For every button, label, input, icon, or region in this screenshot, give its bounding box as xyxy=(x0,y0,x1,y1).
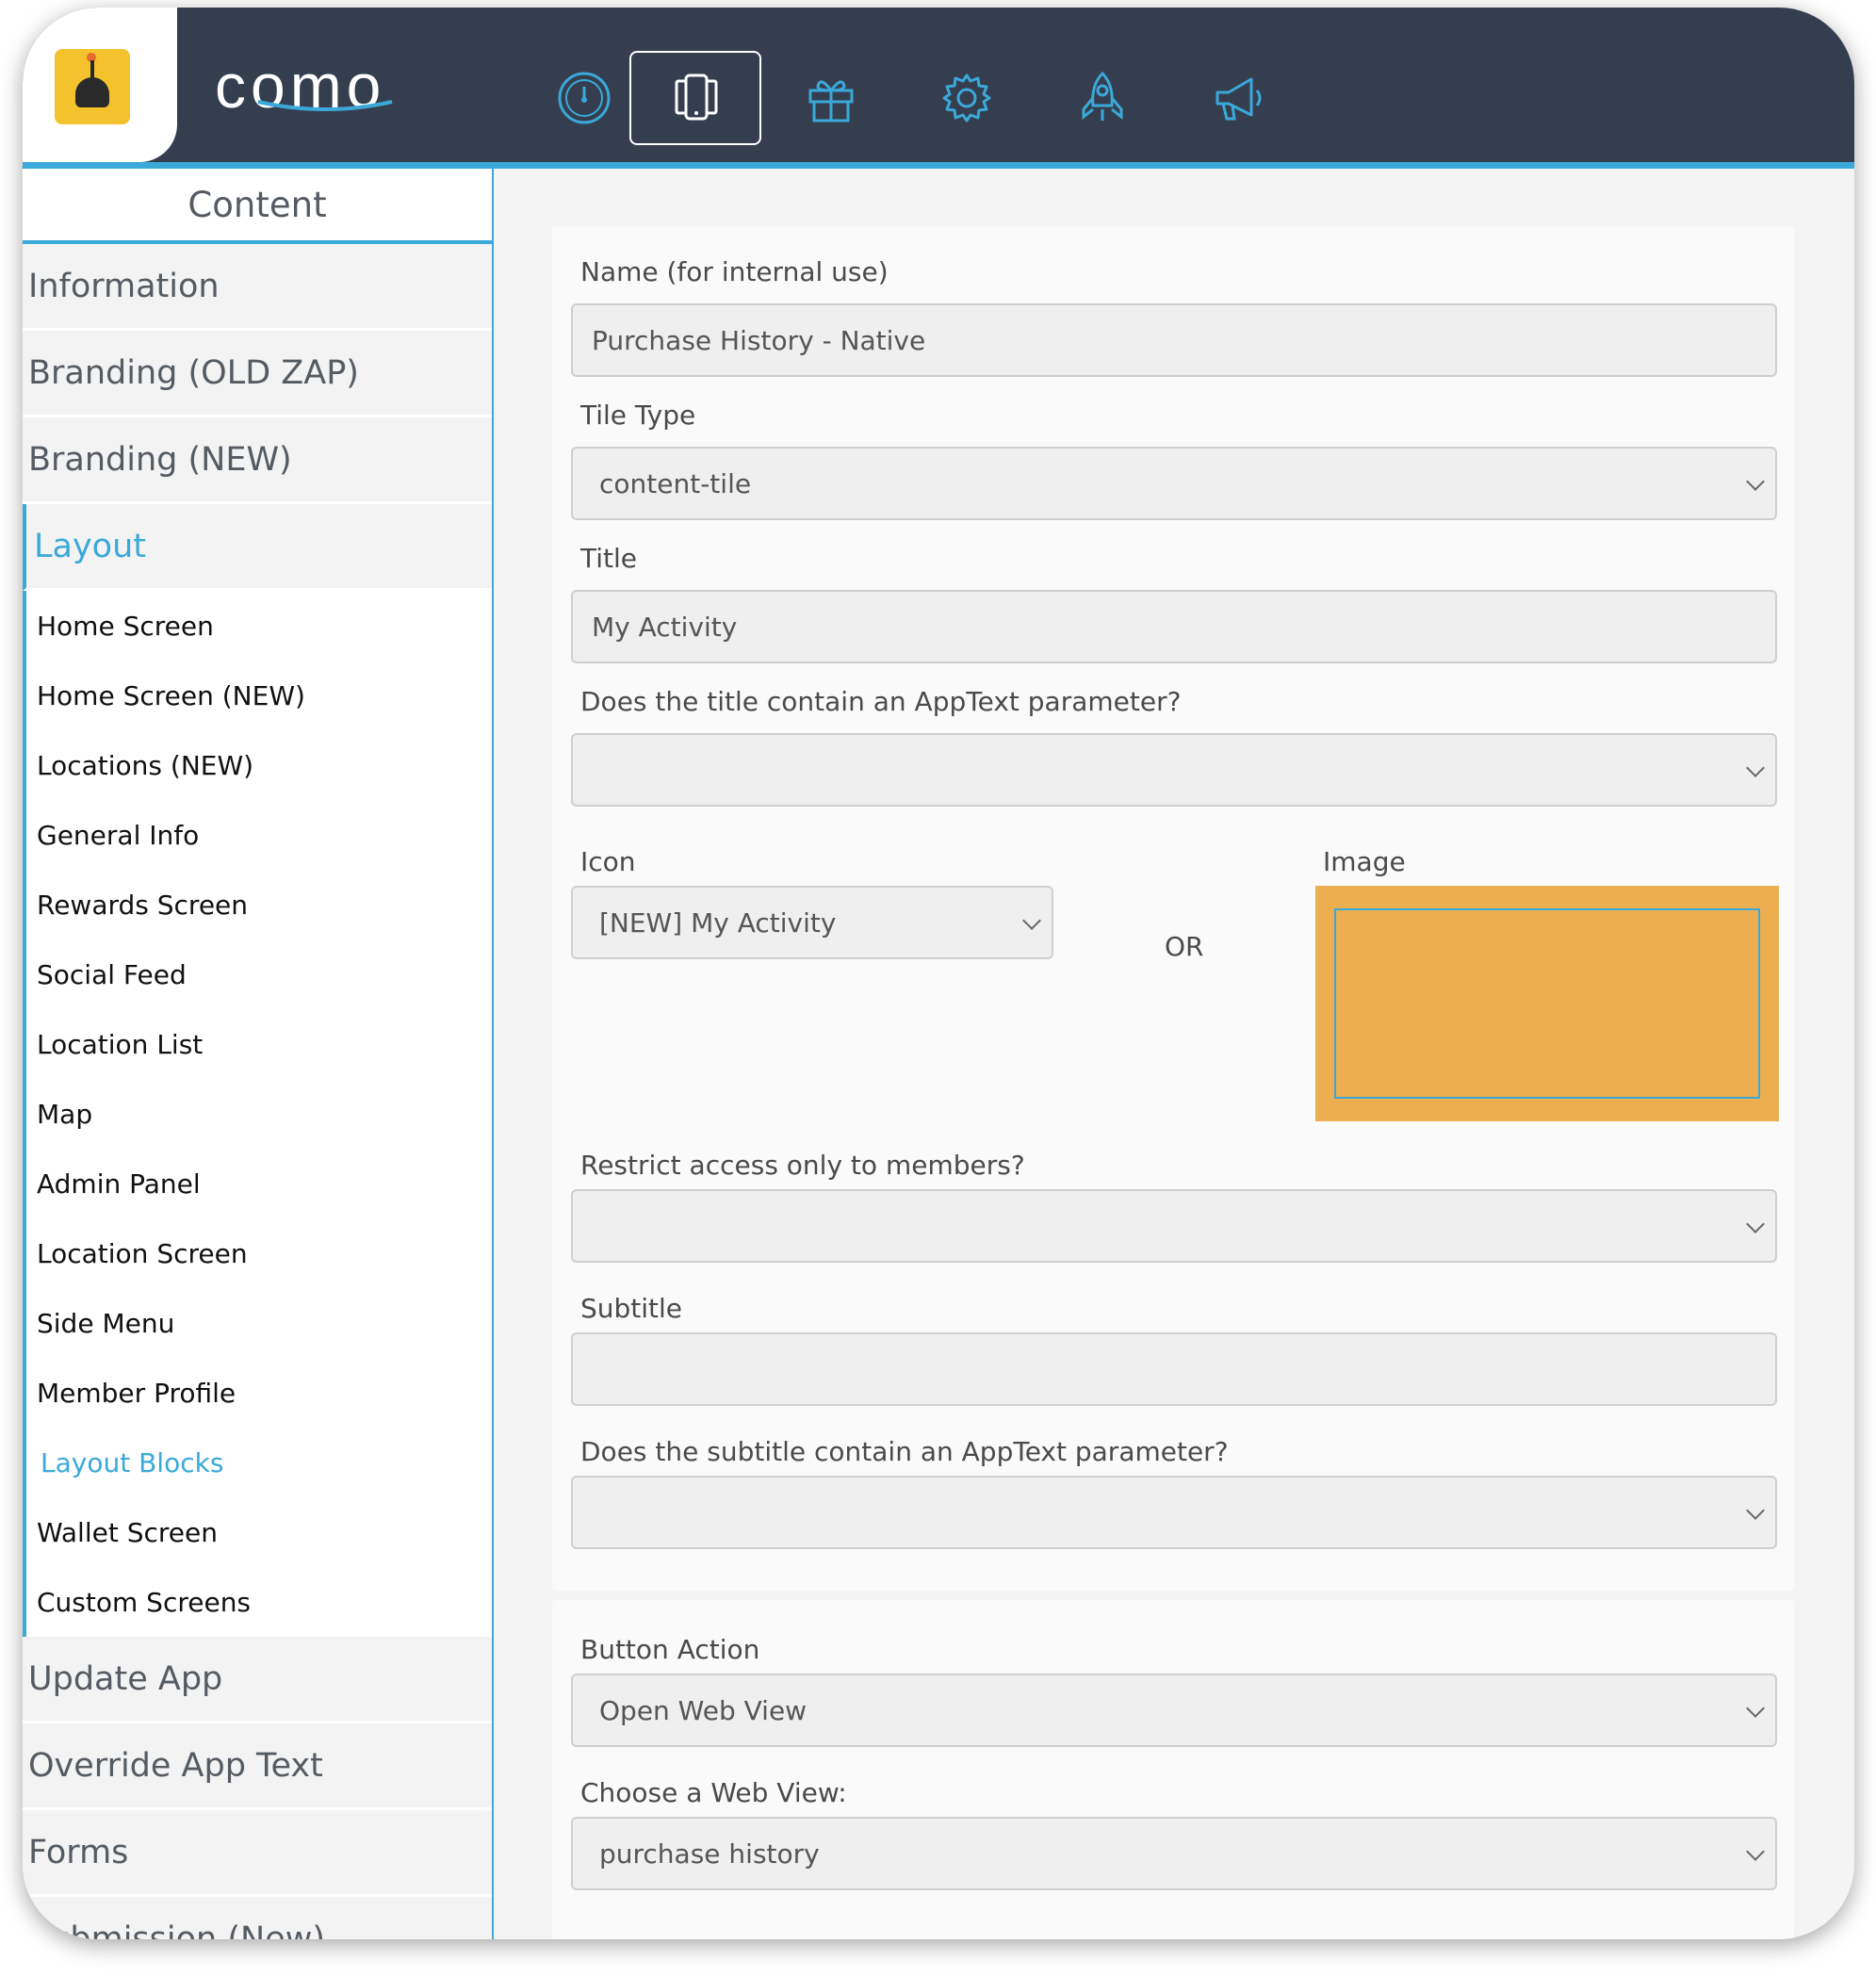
or-separator: OR xyxy=(1165,931,1204,962)
name-input[interactable]: Purchase History - Native xyxy=(571,303,1777,377)
image-label: Image xyxy=(1323,846,1406,877)
icon-select-value: [NEW] My Activity xyxy=(599,906,837,939)
icon-label: Icon xyxy=(580,846,636,877)
button-action-value: Open Web View xyxy=(599,1694,807,1726)
subtitle-label: Subtitle xyxy=(580,1293,683,1324)
sidebar-subitem-rewards-screen[interactable]: Rewards Screen xyxy=(26,870,492,939)
subtitle-apptext-label: Does the subtitle contain an AppText par… xyxy=(580,1436,1229,1467)
sidebar-item-branding-new[interactable]: Branding (NEW) xyxy=(23,417,492,504)
title-apptext-label: Does the title contain an AppText parame… xyxy=(580,686,1182,717)
chevron-down-icon xyxy=(1746,1699,1765,1718)
settings-nav-button[interactable] xyxy=(901,51,1033,145)
title-apptext-select[interactable] xyxy=(571,733,1777,807)
dashboard-icon xyxy=(558,72,611,124)
burger-logo-icon xyxy=(55,49,130,124)
sidebar-subitem-side-menu[interactable]: Side Menu xyxy=(26,1288,492,1358)
button-action-select[interactable]: Open Web View xyxy=(571,1674,1777,1747)
sidebar-subitem-locations-new[interactable]: Locations (NEW) xyxy=(26,730,492,800)
sidebar-item-override-app-text[interactable]: Override App Text xyxy=(23,1723,492,1810)
sidebar-subitem-home-screen[interactable]: Home Screen xyxy=(26,591,492,661)
image-preview xyxy=(1334,908,1760,1099)
sidebar-item-layout[interactable]: Layout xyxy=(23,504,492,591)
subtitle-input[interactable] xyxy=(571,1332,1777,1406)
brand-swoosh-icon xyxy=(257,100,393,111)
sidebar-subitem-map[interactable]: Map xyxy=(26,1079,492,1149)
logo-tab[interactable] xyxy=(23,8,177,162)
settings-gear-icon xyxy=(942,73,991,122)
sidebar-subitem-location-screen[interactable]: Location Screen xyxy=(26,1218,492,1288)
sidebar-subitem-general-info[interactable]: General Info xyxy=(26,800,492,870)
chevron-down-icon xyxy=(1746,1842,1765,1861)
web-view-value: purchase history xyxy=(599,1837,820,1870)
layout-submenu: Home Screen Home Screen (NEW) Locations … xyxy=(23,591,492,1637)
tile-type-select[interactable]: content-tile xyxy=(571,447,1777,520)
sidebar-subitem-home-screen-new[interactable]: Home Screen (NEW) xyxy=(26,661,492,730)
sidebar-subitem-location-list[interactable]: Location List xyxy=(26,1009,492,1079)
app-layout-icon xyxy=(675,73,718,121)
tile-type-label: Tile Type xyxy=(580,400,696,431)
title-input[interactable]: My Activity xyxy=(571,590,1777,663)
web-view-select[interactable]: purchase history xyxy=(571,1817,1777,1890)
sidebar-item-forms[interactable]: Forms xyxy=(23,1810,492,1897)
top-bar: como xyxy=(23,8,1854,162)
sidebar-subitem-layout-blocks[interactable]: Layout Blocks xyxy=(23,1428,492,1497)
chevron-down-icon xyxy=(1746,1501,1765,1520)
sidebar-subitem-member-profile[interactable]: Member Profile xyxy=(26,1358,492,1428)
rocket-icon xyxy=(1082,71,1123,121)
web-view-label: Choose a Web View: xyxy=(580,1777,847,1808)
sidebar-title: Content xyxy=(23,169,492,244)
chevron-down-icon xyxy=(1746,759,1765,777)
campaigns-nav-button[interactable] xyxy=(1172,51,1304,145)
icon-select[interactable]: [NEW] My Activity xyxy=(571,886,1053,959)
sidebar-subitem-admin-panel[interactable]: Admin Panel xyxy=(26,1149,492,1218)
gift-icon xyxy=(808,80,854,122)
sidebar-item-submission-new[interactable]: Submission (New) xyxy=(23,1897,492,1939)
restrict-access-label: Restrict access only to members? xyxy=(580,1150,1025,1181)
gift-nav-button[interactable] xyxy=(765,51,897,145)
sidebar-item-update-app[interactable]: Update App xyxy=(23,1637,492,1723)
chevron-down-icon xyxy=(1746,472,1765,491)
sidebar-item-branding-old-zap[interactable]: Branding (OLD ZAP) xyxy=(23,331,492,417)
sidebar-subitem-wallet-screen[interactable]: Wallet Screen xyxy=(26,1497,492,1567)
name-label: Name (for internal use) xyxy=(580,256,889,287)
subtitle-apptext-select[interactable] xyxy=(571,1476,1777,1549)
sidebar-subitem-social-feed[interactable]: Social Feed xyxy=(26,939,492,1009)
megaphone-icon xyxy=(1215,77,1262,121)
chevron-down-icon xyxy=(1746,1215,1765,1233)
launch-nav-button[interactable] xyxy=(1036,51,1168,145)
top-bar-accent xyxy=(23,162,1854,169)
app-window: como Content Information Branding (OLD Z… xyxy=(23,8,1854,1939)
sidebar-subitem-custom-screens[interactable]: Custom Screens xyxy=(26,1567,492,1637)
app-layout-nav-button[interactable] xyxy=(629,51,761,145)
tile-type-value: content-tile xyxy=(599,467,752,499)
button-action-label: Button Action xyxy=(580,1634,760,1665)
image-upload[interactable] xyxy=(1315,886,1779,1121)
title-label: Title xyxy=(580,543,638,574)
restrict-access-select[interactable] xyxy=(571,1189,1777,1263)
chevron-down-icon xyxy=(1022,911,1041,930)
sidebar-item-information[interactable]: Information xyxy=(23,244,492,331)
content-sidebar: Content Information Branding (OLD ZAP) B… xyxy=(23,169,494,1939)
